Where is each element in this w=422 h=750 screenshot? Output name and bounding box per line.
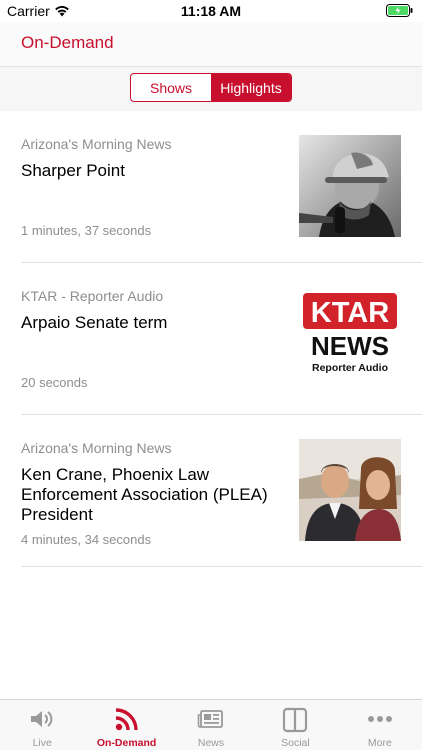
newspaper-icon [197,710,223,728]
tab-news[interactable]: News [169,700,253,750]
tab-live[interactable]: Live [0,700,84,750]
segment-bar: Shows Highlights [0,67,422,111]
ktar-news-logo: KTAR NEWS Reporter Audio [299,287,401,389]
status-bar: Carrier 11:18 AM [0,0,422,22]
list-item[interactable]: KTAR - Reporter Audio Arpaio Senate term… [21,263,422,415]
list-item[interactable]: Arizona's Morning News Sharper Point 1 m… [21,111,422,263]
tab-social[interactable]: Social [253,700,337,750]
item-duration: 1 minutes, 37 seconds [21,223,152,238]
speaker-icon [31,711,53,727]
segment-shows[interactable]: Shows [131,74,211,101]
logo-line1: KTAR [311,297,389,329]
item-title: Sharper Point [21,161,125,180]
tab-on-demand-label: On-Demand [96,737,157,749]
logo-line3: Reporter Audio [312,362,388,374]
item-duration: 4 minutes, 34 seconds [21,532,152,547]
tab-more-label: More [367,737,392,749]
columns-icon [283,707,308,733]
more-dots-icon [367,716,392,722]
rss-icon [115,708,138,731]
tab-on-demand[interactable]: On-Demand [84,700,168,750]
tab-more[interactable]: More [338,700,422,750]
segmented-control: Shows Highlights [130,73,292,102]
item-title: Arpaio Senate term [21,313,168,332]
nav-header: On-Demand [0,22,422,67]
item-show-name: Arizona's Morning News [21,136,172,152]
host-photo-thumbnail [299,135,401,237]
tab-news-label: News [197,737,225,749]
segment-highlights[interactable]: Highlights [211,74,291,101]
logo-line2: NEWS [311,331,389,361]
item-show-name: KTAR - Reporter Audio [21,288,164,304]
item-title: Ken Crane, Phoenix Law Enforcement Assoc… [21,465,268,524]
tab-social-label: Social [281,737,310,749]
list-item[interactable]: Arizona's Morning News Ken Crane, Phoeni… [21,415,422,567]
item-duration: 20 seconds [21,375,88,390]
guests-photo-thumbnail [299,439,401,541]
tab-bar: Live On-Demand News Social More [0,699,422,750]
tab-live-label: Live [32,737,52,749]
item-show-name: Arizona's Morning News [21,440,172,456]
highlights-list: Arizona's Morning News Sharper Point 1 m… [0,111,422,567]
battery-icon [386,4,414,20]
status-time: 11:18 AM [180,3,242,19]
page-title: On-Demand [21,33,114,52]
